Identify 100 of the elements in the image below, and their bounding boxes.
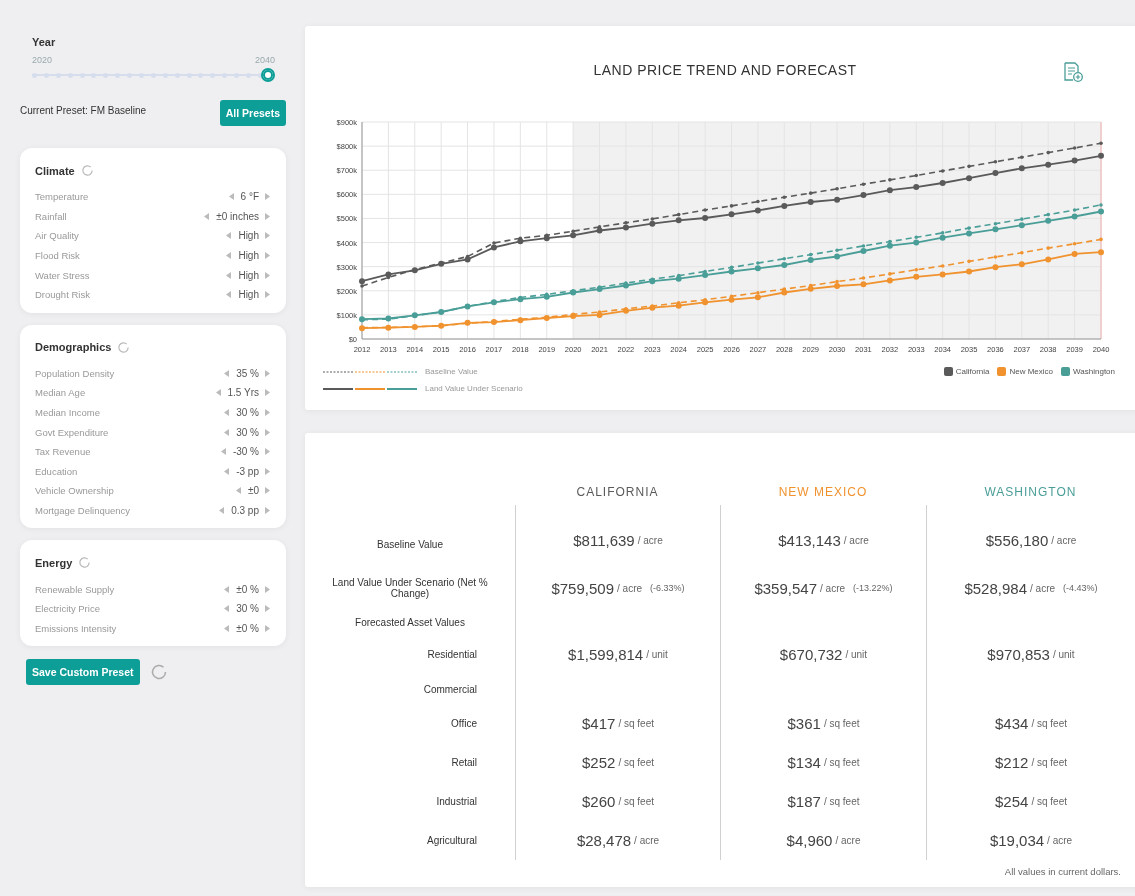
- setting-value: ±0 %: [236, 583, 259, 595]
- reset-icon[interactable]: [117, 340, 131, 354]
- point: [781, 289, 788, 296]
- point: [359, 278, 365, 285]
- decrease-button[interactable]: [215, 389, 222, 397]
- value-text: $4,960: [786, 832, 833, 849]
- increase-button[interactable]: [265, 448, 271, 456]
- unit-text: / sq feet: [823, 757, 860, 768]
- reset-icon[interactable]: [80, 164, 94, 177]
- point: [834, 253, 841, 260]
- change-text: (-4.43%): [1063, 583, 1098, 593]
- row-label: Industrial: [435, 796, 478, 807]
- increase-button[interactable]: [265, 507, 271, 514]
- increase-button[interactable]: [265, 428, 271, 436]
- value-text: $134: [787, 754, 821, 771]
- setting-value: High: [238, 230, 259, 242]
- unit-text: / acre: [820, 582, 846, 594]
- setting-label: Education: [35, 465, 78, 477]
- point: [754, 294, 761, 301]
- row-label: Baseline Value: [376, 537, 444, 550]
- value-text: $260: [582, 793, 616, 810]
- increase-button[interactable]: [265, 271, 271, 279]
- unit-text: / sq feet: [823, 796, 860, 807]
- value-text: $556,180: [985, 531, 1049, 549]
- decrease-button[interactable]: [224, 605, 231, 613]
- decrease-button[interactable]: [224, 585, 231, 593]
- row-label: Residential: [426, 649, 478, 660]
- decrease-button[interactable]: [224, 369, 231, 377]
- row-label: Agricultural: [425, 835, 478, 846]
- point: [992, 226, 999, 233]
- point: [939, 271, 946, 278]
- value-text: $252: [582, 754, 616, 771]
- decrease-button[interactable]: [220, 448, 227, 456]
- point: [596, 227, 603, 234]
- increase-button[interactable]: [265, 291, 271, 299]
- legend-line: [323, 386, 353, 391]
- increase-button[interactable]: [265, 369, 271, 377]
- increase-button[interactable]: [265, 212, 271, 220]
- increase-button[interactable]: [265, 487, 271, 495]
- decrease-button[interactable]: [226, 271, 233, 279]
- setting-value: 0.3 pp: [231, 505, 259, 516]
- increase-button[interactable]: [265, 585, 271, 593]
- increase-button[interactable]: [265, 624, 271, 632]
- add-report-icon[interactable]: [1062, 61, 1084, 83]
- increase-button[interactable]: [265, 232, 271, 240]
- point: [1045, 256, 1052, 263]
- legend-line: [323, 369, 353, 374]
- point: [1098, 249, 1104, 256]
- decrease-button[interactable]: [219, 507, 226, 514]
- unit-text: / sq feet: [618, 757, 654, 768]
- decrease-button[interactable]: [224, 624, 231, 632]
- point: [966, 268, 973, 275]
- increase-button[interactable]: [265, 252, 271, 260]
- point: [1071, 157, 1078, 164]
- point: [992, 264, 999, 271]
- value-text: $212: [995, 754, 1029, 771]
- reset-icon[interactable]: [149, 663, 168, 682]
- setting-label: Rainfall: [35, 210, 67, 222]
- increase-button[interactable]: [265, 467, 271, 475]
- point: [517, 238, 524, 245]
- value-text: $434: [995, 715, 1029, 732]
- all-presets-button[interactable]: All Presets: [219, 100, 286, 126]
- slider-max-label: 2040: [254, 55, 275, 65]
- unit-text: / sq feet: [1031, 757, 1067, 768]
- footnote: All values in current dollars.: [1004, 866, 1121, 877]
- decrease-button[interactable]: [204, 212, 211, 220]
- slider-thumb[interactable]: [261, 68, 275, 82]
- decrease-button[interactable]: [235, 487, 242, 495]
- increase-button[interactable]: [265, 389, 271, 397]
- setting-label: Renewable Supply: [35, 583, 115, 595]
- setting-value: 35 %: [236, 367, 259, 379]
- increase-button[interactable]: [265, 409, 271, 417]
- setting-value: 1.5 Yrs: [227, 387, 259, 399]
- decrease-button[interactable]: [224, 409, 231, 417]
- legend-label: Land Value Under Scenario: [425, 384, 523, 393]
- value-text: $187: [787, 793, 821, 810]
- point: [834, 282, 841, 289]
- save-preset-button[interactable]: Save Custom Preset: [26, 659, 140, 686]
- point: [1071, 250, 1078, 257]
- decrease-button[interactable]: [226, 252, 233, 260]
- legend-label: Washington: [1073, 366, 1115, 376]
- point: [1098, 152, 1104, 159]
- increase-button[interactable]: [265, 605, 271, 613]
- point: [464, 256, 471, 263]
- unit-text: / unit: [845, 649, 868, 660]
- decrease-button[interactable]: [226, 232, 233, 240]
- value-text: $811,639: [573, 531, 635, 549]
- decrease-button[interactable]: [228, 193, 235, 201]
- point: [807, 199, 814, 206]
- decrease-button[interactable]: [224, 428, 231, 436]
- increase-button[interactable]: [265, 193, 271, 201]
- decrease-button[interactable]: [226, 291, 233, 299]
- value-text: $670,732: [779, 646, 843, 663]
- point: [913, 239, 920, 246]
- setting-value: High: [238, 269, 259, 281]
- decrease-button[interactable]: [224, 467, 231, 475]
- point: [1018, 222, 1025, 229]
- legend-line: [387, 369, 417, 374]
- point: [490, 244, 497, 251]
- reset-icon[interactable]: [78, 556, 92, 570]
